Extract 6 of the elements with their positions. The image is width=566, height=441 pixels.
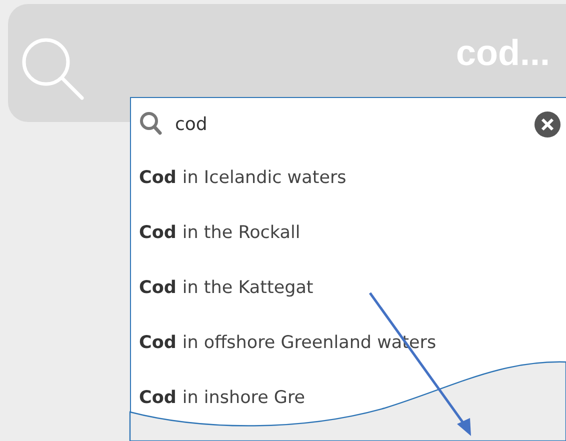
suggestion-item[interactable]: Cod in the Kattegat (131, 260, 314, 315)
clear-icon[interactable] (534, 110, 561, 138)
suggestion-item[interactable]: Cod in the Rockall (131, 205, 300, 260)
suggestion-item[interactable]: Cod in inshore Gre (131, 370, 306, 425)
search-icon (139, 111, 163, 137)
suggestion-item[interactable]: Cod in Icelandic waters (131, 150, 346, 205)
